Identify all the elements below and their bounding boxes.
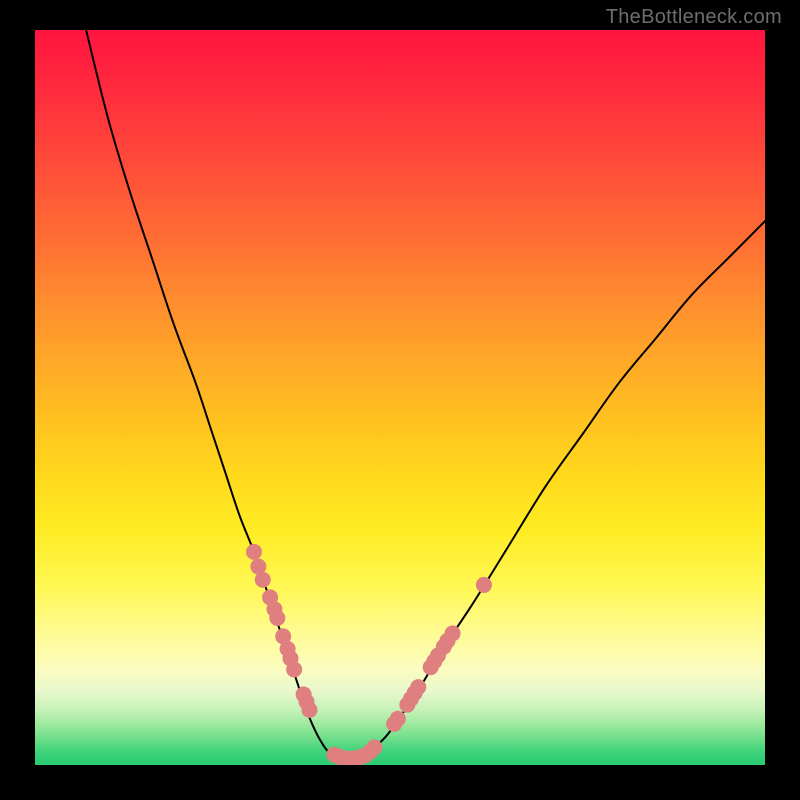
curve-marker (410, 679, 426, 695)
chart-svg (35, 30, 765, 765)
plot-area (35, 30, 765, 765)
curve-marker (366, 739, 382, 755)
curve-marker (476, 577, 492, 593)
curve-marker (445, 625, 461, 641)
curve-marker (301, 702, 317, 718)
bottleneck-curve-path (86, 30, 765, 759)
curve-marker (255, 572, 271, 588)
curve-marker (246, 544, 262, 560)
curve-marker (286, 661, 302, 677)
chart-frame: TheBottleneck.com (0, 0, 800, 800)
curve-marker (269, 610, 285, 626)
curve-marker (390, 711, 406, 727)
watermark-text: TheBottleneck.com (606, 6, 782, 29)
bottleneck-curve (86, 30, 765, 759)
curve-markers (246, 544, 492, 765)
